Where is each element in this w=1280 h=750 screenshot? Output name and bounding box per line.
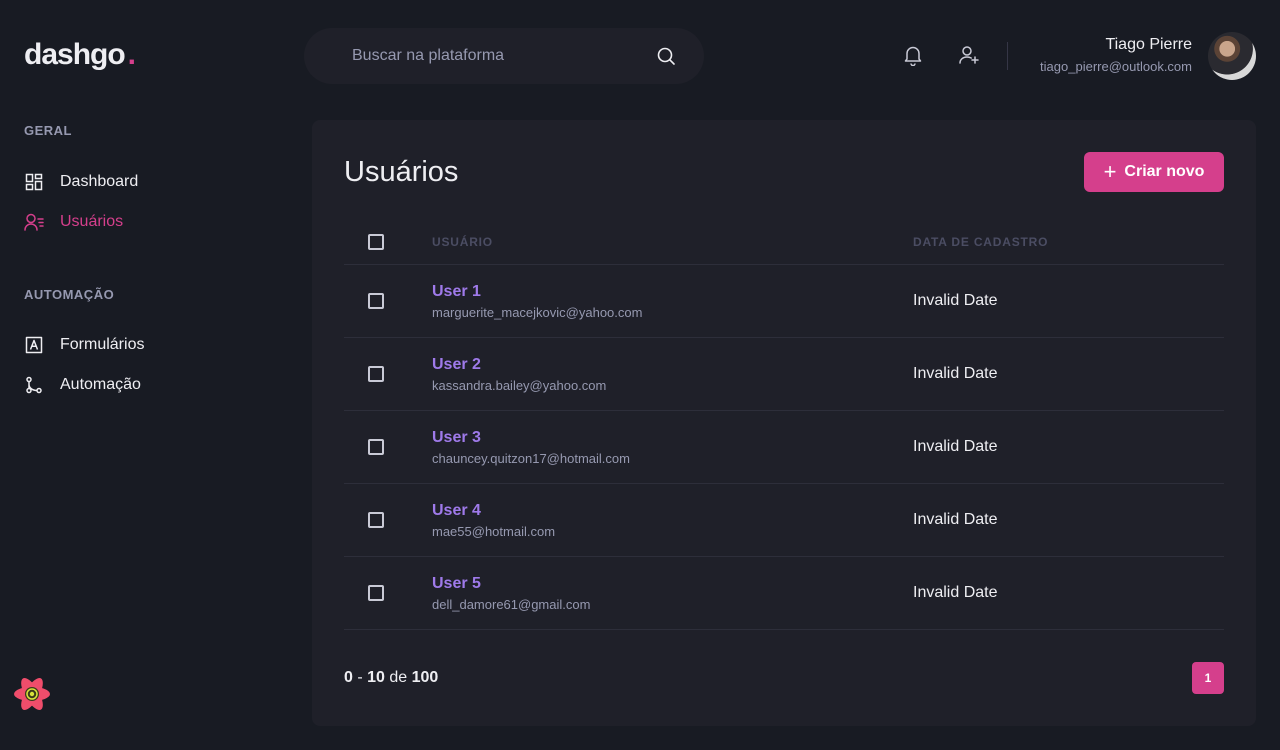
row-check-cell: [344, 293, 432, 309]
sidebar-item-formularios[interactable]: Formulários: [24, 335, 144, 355]
user-cell: User 1 marguerite_macejkovic@yahoo.com: [432, 283, 913, 320]
header-date[interactable]: DATA DE CADASTRO: [913, 235, 1224, 249]
sidebar-section-title-automacao: AUTOMAÇÃO: [24, 287, 115, 302]
dashboard-icon: [24, 172, 44, 192]
users-table: USUÁRIO DATA DE CADASTRO User 1 margueri…: [344, 220, 1224, 630]
user-email: dell_damore61@gmail.com: [432, 596, 591, 612]
sidebar-item-label: Automação: [60, 376, 141, 393]
row-check-cell: [344, 512, 432, 528]
pagination-to: 10: [367, 669, 385, 686]
row-check-cell: [344, 439, 432, 455]
user-name-link[interactable]: User 3: [432, 429, 913, 447]
sidebar-item-usuarios[interactable]: Usuários: [24, 212, 123, 232]
sidebar-item-label: Dashboard: [60, 173, 139, 190]
row-checkbox[interactable]: [368, 293, 384, 309]
brand-name: dashgo: [24, 38, 126, 71]
sidebar-item-automacao[interactable]: Automação: [24, 375, 141, 395]
create-user-button[interactable]: + Criar novo: [1084, 152, 1224, 192]
users-card: Usuários + Criar novo USUÁRIO DATA DE CA…: [312, 120, 1256, 726]
user-cell: User 4 mae55@hotmail.com: [432, 502, 913, 539]
table-row: User 4 mae55@hotmail.com Invalid Date: [344, 484, 1224, 557]
row-check-cell: [344, 585, 432, 601]
automation-icon: [24, 375, 44, 395]
user-add-icon[interactable]: [958, 44, 980, 66]
pagination-info: 0 - 10 de 100: [344, 669, 439, 686]
plus-icon: +: [1103, 159, 1117, 184]
pagination-total: 100: [411, 669, 439, 686]
search-icon[interactable]: [656, 46, 676, 66]
user-cell: User 2 kassandra.bailey@yahoo.com: [432, 356, 913, 393]
sidebar-item-label: Usuários: [60, 213, 124, 230]
registration-date: Invalid Date: [913, 584, 998, 601]
profile-email: tiago_pierre@outlook.com: [1040, 59, 1192, 74]
registration-date: Invalid Date: [913, 365, 998, 382]
user-email: mae55@hotmail.com: [432, 523, 556, 539]
header-actions: [902, 44, 980, 66]
table-row: User 1 marguerite_macejkovic@yahoo.com I…: [344, 265, 1224, 338]
registration-date: Invalid Date: [913, 438, 998, 455]
registration-date: Invalid Date: [913, 292, 998, 309]
user-email: kassandra.bailey@yahoo.com: [432, 377, 607, 393]
select-all-checkbox[interactable]: [368, 234, 384, 250]
row-checkbox[interactable]: [368, 366, 384, 382]
sidebar-item-dashboard[interactable]: Dashboard: [24, 172, 138, 192]
search-input[interactable]: [352, 47, 656, 65]
page-title: Usuários: [344, 156, 459, 188]
select-all-cell: [344, 234, 432, 250]
profile-name: Tiago Pierre: [1105, 36, 1192, 53]
row-check-cell: [344, 366, 432, 382]
user-cell: User 5 dell_damore61@gmail.com: [432, 575, 913, 612]
create-user-button-label: Criar novo: [1124, 163, 1205, 180]
profile-info: Tiago Pierre tiago_pierre@outlook.com: [1040, 36, 1192, 74]
row-checkbox[interactable]: [368, 585, 384, 601]
pagination-from: 0: [344, 669, 353, 686]
table-row: User 5 dell_damore61@gmail.com Invalid D…: [344, 557, 1224, 630]
page-button-current[interactable]: 1: [1192, 662, 1224, 694]
sidebar-section-title-geral: GERAL: [24, 123, 72, 138]
brand-dot: .: [127, 38, 136, 71]
header-divider: [1007, 42, 1008, 70]
user-name-link[interactable]: User 5: [432, 575, 913, 593]
react-query-devtools-icon[interactable]: [12, 674, 52, 714]
sidebar-item-label: Formulários: [60, 336, 145, 353]
table-header: USUÁRIO DATA DE CADASTRO: [344, 220, 1224, 265]
table-row: User 3 chauncey.quitzon17@hotmail.com In…: [344, 411, 1224, 484]
avatar[interactable]: [1208, 32, 1256, 80]
user-name-link[interactable]: User 4: [432, 502, 913, 520]
search-bar[interactable]: [304, 28, 704, 84]
users-icon: [24, 212, 44, 232]
user-cell: User 3 chauncey.quitzon17@hotmail.com: [432, 429, 913, 466]
user-name-link[interactable]: User 2: [432, 356, 913, 374]
bell-icon[interactable]: [902, 44, 924, 66]
table-row: User 2 kassandra.bailey@yahoo.com Invali…: [344, 338, 1224, 411]
row-checkbox[interactable]: [368, 439, 384, 455]
form-icon: [24, 335, 44, 355]
registration-date: Invalid Date: [913, 511, 998, 528]
user-name-link[interactable]: User 1: [432, 283, 913, 301]
row-checkbox[interactable]: [368, 512, 384, 528]
pagination-of-label: de: [389, 669, 408, 686]
user-email: chauncey.quitzon17@hotmail.com: [432, 450, 630, 466]
brand-logo: dashgo.: [24, 38, 136, 72]
header-user[interactable]: USUÁRIO: [432, 235, 913, 249]
user-email: marguerite_macejkovic@yahoo.com: [432, 304, 643, 320]
